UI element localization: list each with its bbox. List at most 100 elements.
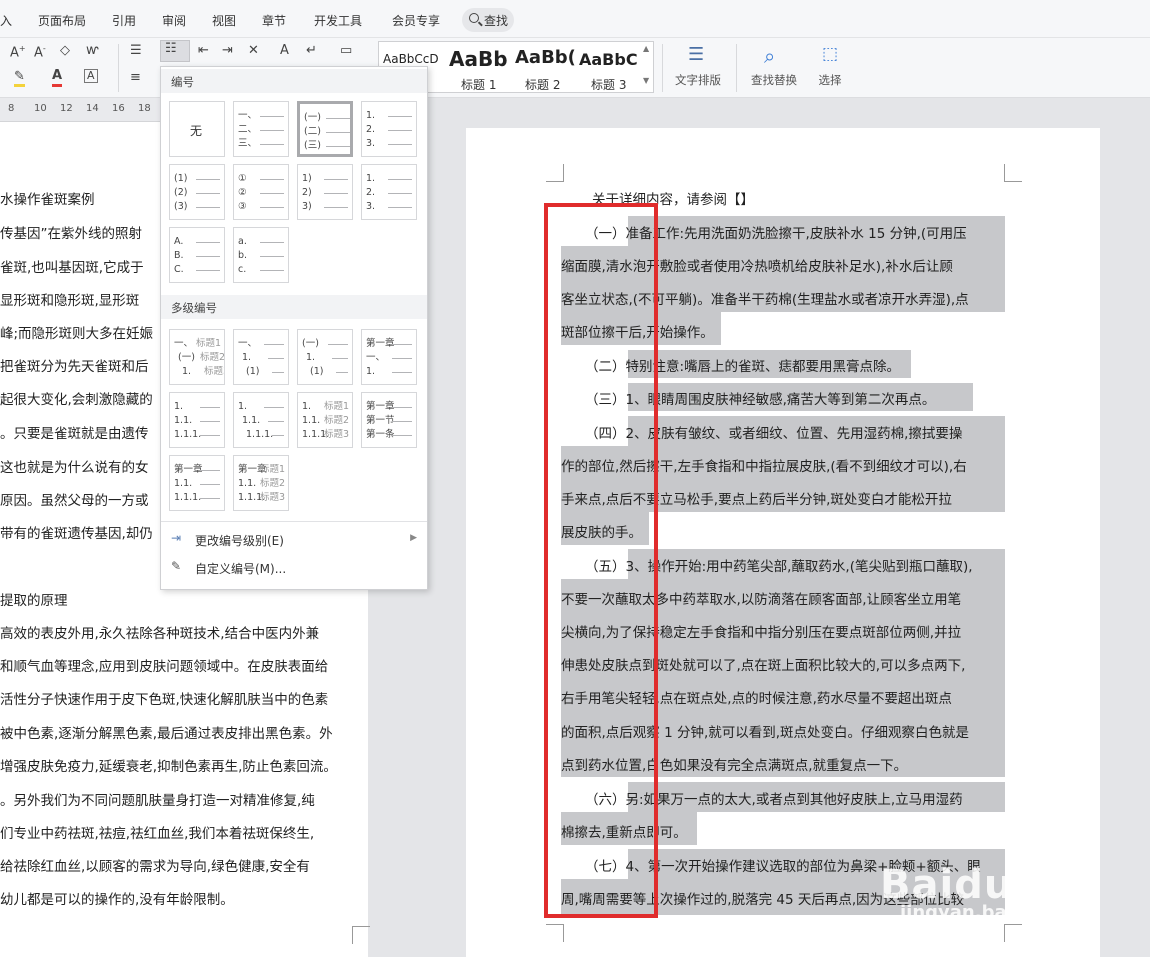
select-label: 选择: [818, 73, 842, 87]
page-corner-mark: [546, 924, 564, 942]
multilevel-style-tile[interactable]: 第一章 第一节 第一条: [361, 392, 417, 448]
multilevel-row-label: 一、: [238, 338, 258, 349]
numbering-none-tile[interactable]: 无: [169, 101, 225, 157]
multilevel-heading-label: 标题1: [196, 338, 222, 349]
grow-font-icon[interactable]: A+: [10, 44, 26, 60]
sort-icon[interactable]: A: [280, 43, 289, 58]
clear-format-icon[interactable]: ◇: [60, 43, 70, 58]
multilevel-style-tile[interactable]: 1. 标题1 1.1. 标题2 1.1.1. 标题3: [297, 392, 353, 448]
multilevel-style-tile[interactable]: 一、 1. (1): [233, 329, 289, 385]
left-line: 幼儿都是可以的操作的,没有年龄限制。: [0, 892, 234, 908]
font-color-icon[interactable]: A: [52, 68, 63, 87]
style-normal[interactable]: AaBbCcD: [383, 52, 447, 66]
multilevel-style-tile[interactable]: 一、标题1(一) 标题2 1. 标题3: [169, 329, 225, 385]
multilevel-heading-label: 标题2: [324, 415, 350, 426]
numbering-style-tile[interactable]: (一) (二) (三): [297, 101, 353, 157]
numbering-style-tile[interactable]: 1) 2) 3): [297, 164, 353, 220]
change-level-menu-item[interactable]: ⇥ 更改编号级别(E) ▶: [161, 527, 427, 551]
multilevel-style-tile[interactable]: 1. 1.1. 1.1.1.: [169, 392, 225, 448]
highlight-color-icon[interactable]: ✎: [14, 70, 25, 87]
custom-numbering-menu-item[interactable]: ✎ 自定义编号(M)...: [161, 555, 427, 579]
multilevel-row-label: (1): [246, 366, 260, 377]
menu-tab-member[interactable]: 会员专享: [392, 12, 440, 29]
multilevel-heading-label: 标题2: [260, 478, 286, 489]
numbering-style-tile[interactable]: A. B. C.: [169, 227, 225, 283]
multilevel-style-tile[interactable]: 1. 1.1. 1.1.1.: [233, 392, 289, 448]
multilevel-row-line: [264, 344, 284, 345]
style-more-icon[interactable]: ▼: [643, 76, 649, 85]
numbering-row-label: (三): [304, 140, 321, 151]
numbering-row-label: 1): [302, 173, 312, 184]
multilevel-row-label: 1.1.1.: [246, 429, 274, 440]
multilevel-row-label: 1.: [306, 352, 316, 363]
left-line: 和顺气血等理念,应用到皮肤问题领域中。在皮肤表面给: [0, 659, 329, 675]
multilevel-row-label: 1.1.: [238, 478, 257, 489]
page-corner-mark: [1004, 164, 1022, 182]
menu-tab-references[interactable]: 引用: [112, 12, 136, 29]
shrink-font-icon[interactable]: A-: [34, 44, 46, 60]
menu-tab-insert[interactable]: 入: [0, 12, 12, 29]
multilevel-style-tile[interactable]: 第一章 一、 1.: [361, 329, 417, 385]
multilevel-row-label: 1.: [242, 352, 252, 363]
multilevel-row-line: [392, 421, 412, 422]
decrease-indent-icon[interactable]: ⇤: [198, 43, 209, 58]
numbering-dropdown: 编号 多级编号 ⇥ 更改编号级别(E) ▶ ✎ 自定义编号(M)... 无一、二…: [160, 66, 428, 590]
char-border-icon[interactable]: A: [84, 69, 98, 83]
style-scroll-icon[interactable]: ▲: [643, 44, 649, 53]
multilevel-style-tile[interactable]: 第一章 标题1 1.1. 标题2 1.1.1. 标题3: [233, 455, 289, 511]
ruler-tick: 10: [34, 103, 47, 114]
numbering-row-line: [260, 116, 284, 117]
numbering-row-label: (1): [174, 173, 188, 184]
multilevel-row-line: [200, 484, 220, 485]
bullet-list-icon[interactable]: ☰: [130, 43, 142, 58]
multilevel-row-line: [264, 407, 284, 408]
numbering-style-tile[interactable]: (1) (2) (3): [169, 164, 225, 220]
baidu-watermark: Baidu经验 jingyan.baidu.com: [880, 852, 1090, 957]
section-header-numbering: 编号: [161, 69, 427, 93]
align-left-icon[interactable]: ≡: [130, 70, 141, 85]
numbering-style-tile[interactable]: 1. 2. 3.: [361, 164, 417, 220]
multilevel-row-label: 1.: [238, 401, 248, 412]
numbering-row-label: (2): [174, 187, 188, 198]
menu-tab-developer[interactable]: 开发工具: [314, 12, 362, 29]
phonetic-icon[interactable]: ⱳ: [86, 43, 99, 58]
numbering-style-tile[interactable]: 1. 2. 3.: [361, 101, 417, 157]
numbering-row-line: [260, 207, 284, 208]
style-heading-3[interactable]: AaBbC: [579, 50, 643, 69]
numbering-row-label: c.: [238, 264, 247, 275]
text-layout-icon: ☰: [688, 44, 705, 65]
asian-layout-icon[interactable]: ✕: [248, 43, 259, 58]
multilevel-row-line: [328, 344, 348, 345]
multilevel-style-tile[interactable]: 第一章 1.1. 1.1.1.: [169, 455, 225, 511]
numbered-list-icon[interactable]: ☷: [160, 40, 190, 62]
numbering-row-label: b.: [238, 250, 248, 261]
multilevel-style-tile[interactable]: (一) 1. (1): [297, 329, 353, 385]
numbering-style-tile[interactable]: ① ② ③: [233, 164, 289, 220]
numbering-row-label: 二、: [238, 124, 258, 135]
menu-bar: 入 页面布局 引用 审阅 视图 章节 开发工具 会员专享 查找: [0, 0, 1150, 38]
numbering-row-line: [196, 179, 220, 180]
numbering-style-tile[interactable]: 一、 二、 三、: [233, 101, 289, 157]
left-line: 们专业中药祛斑,祛痘,祛红血丝,我们本着祛斑保终生,: [0, 826, 315, 842]
none-label: 无: [190, 124, 203, 138]
multilevel-row-label: (一): [178, 352, 195, 363]
increase-indent-icon[interactable]: ⇥: [222, 43, 233, 58]
search-tab[interactable]: 查找: [462, 8, 514, 32]
multilevel-row-line: [200, 470, 220, 471]
menu-tab-page-layout[interactable]: 页面布局: [38, 12, 86, 29]
table-icon[interactable]: ▭: [340, 43, 352, 58]
ruler-tick: 8: [8, 103, 15, 114]
numbering-row-label: A.: [174, 236, 184, 247]
multilevel-row-label: 1.: [174, 401, 184, 412]
style-heading-2[interactable]: AaBb(: [515, 47, 579, 68]
numbering-style-tile[interactable]: a. b. c.: [233, 227, 289, 283]
multilevel-row-label: 一、: [366, 352, 386, 363]
multilevel-heading-label: 标题1: [324, 401, 350, 412]
menu-tab-view[interactable]: 视图: [212, 12, 236, 29]
numbering-row-label: 一、: [238, 110, 258, 121]
section-header-label: 多级编号: [171, 301, 217, 315]
menu-tab-chapter[interactable]: 章节: [262, 12, 286, 29]
menu-tab-review[interactable]: 审阅: [162, 12, 186, 29]
show-marks-icon[interactable]: ↵: [306, 43, 317, 58]
style-heading-1[interactable]: AaBb: [449, 47, 515, 71]
